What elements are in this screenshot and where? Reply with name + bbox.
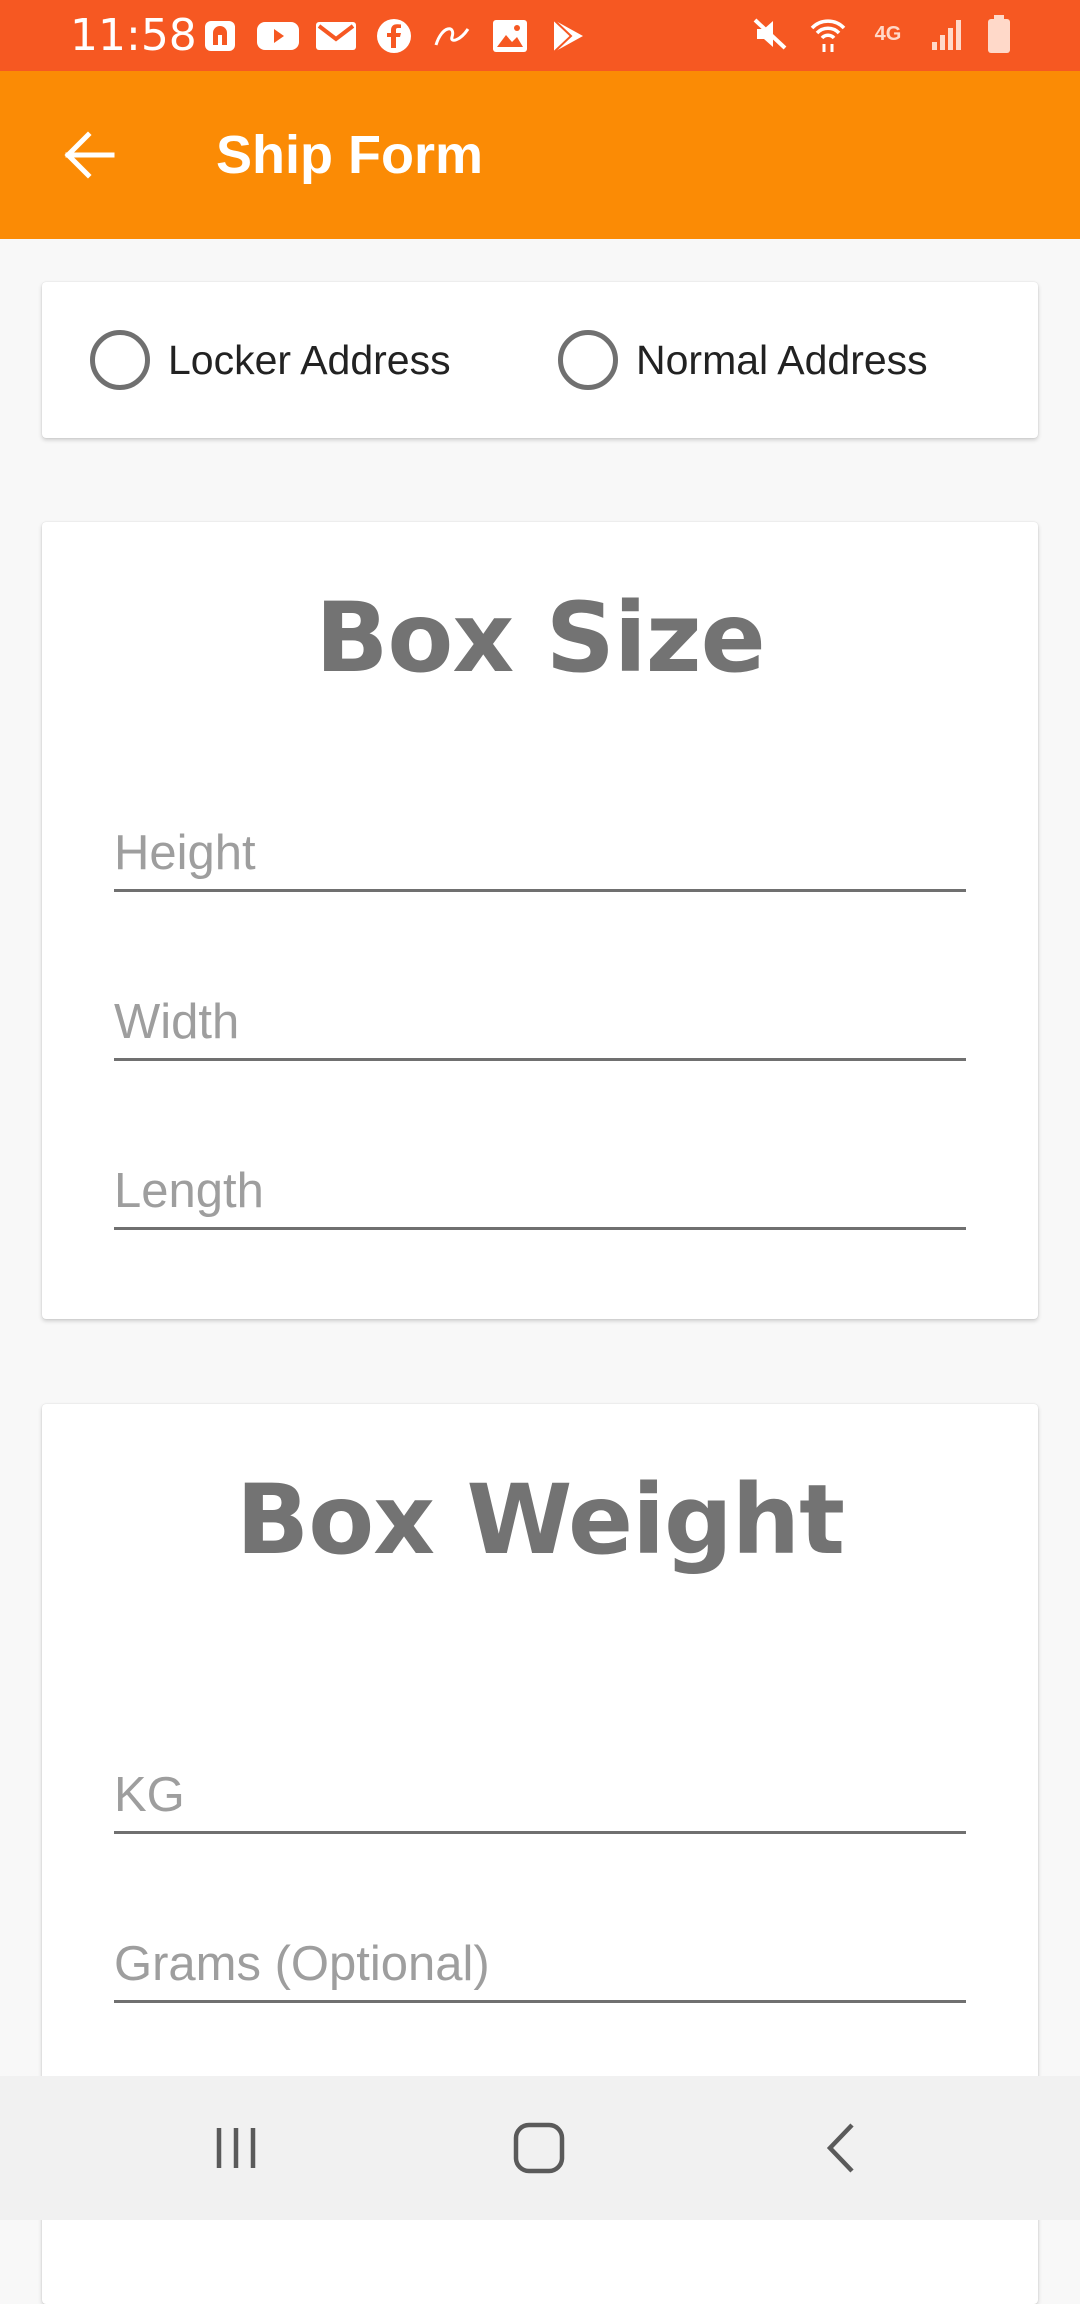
app-notification-icon — [198, 16, 242, 56]
system-nav-bar — [0, 2076, 1080, 2220]
grams-field[interactable] — [114, 1923, 966, 2003]
play-store-icon — [546, 16, 590, 56]
radio-circle-icon[interactable] — [90, 330, 150, 390]
status-time: 11:58 — [70, 10, 197, 61]
back-icon — [826, 2123, 854, 2173]
recent-apps-icon — [216, 2128, 256, 2168]
recent-apps-button[interactable] — [186, 2112, 286, 2184]
youtube-icon — [256, 16, 300, 56]
lte-icon: 4G — [864, 14, 912, 54]
box-size-heading: Box Size — [315, 582, 766, 694]
normal-address-label[interactable]: Normal Address — [636, 337, 928, 384]
mute-icon — [748, 14, 792, 54]
wifi-icon — [806, 14, 850, 54]
radio-circle-icon[interactable] — [558, 330, 618, 390]
normal-address-radio[interactable]: Normal Address — [558, 330, 928, 390]
length-field[interactable] — [114, 1150, 966, 1230]
locker-address-radio[interactable]: Locker Address — [90, 330, 451, 390]
signal-icon — [926, 14, 970, 54]
system-back-button[interactable] — [792, 2112, 892, 2184]
gallery-icon — [488, 16, 532, 56]
page-title: Ship Form — [216, 125, 483, 185]
kg-input[interactable] — [114, 1767, 966, 1823]
height-field[interactable] — [114, 812, 966, 892]
status-bar: 11:58 4G — [0, 0, 1080, 71]
box-size-card: Box Size — [42, 522, 1038, 1319]
width-input[interactable] — [114, 994, 966, 1050]
notification-icons — [198, 16, 590, 56]
app-icon — [430, 16, 474, 56]
app-bar: Ship Form — [0, 71, 1080, 239]
locker-address-label[interactable]: Locker Address — [168, 337, 451, 384]
height-input[interactable] — [114, 825, 966, 881]
width-field[interactable] — [114, 981, 966, 1061]
address-type-card: Locker Address Normal Address — [42, 282, 1038, 438]
back-arrow-icon[interactable] — [48, 115, 128, 195]
grams-input[interactable] — [114, 1936, 966, 1992]
kg-field[interactable] — [114, 1754, 966, 1834]
system-icons: 4G — [748, 14, 1014, 54]
facebook-icon — [372, 16, 416, 56]
box-weight-heading: Box Weight — [236, 1464, 845, 1576]
battery-icon — [984, 14, 1014, 54]
network-type-label: 4G — [874, 22, 902, 45]
home-icon — [513, 2122, 565, 2174]
home-button[interactable] — [489, 2112, 589, 2184]
gmail-icon — [314, 16, 358, 56]
length-input[interactable] — [114, 1163, 966, 1219]
